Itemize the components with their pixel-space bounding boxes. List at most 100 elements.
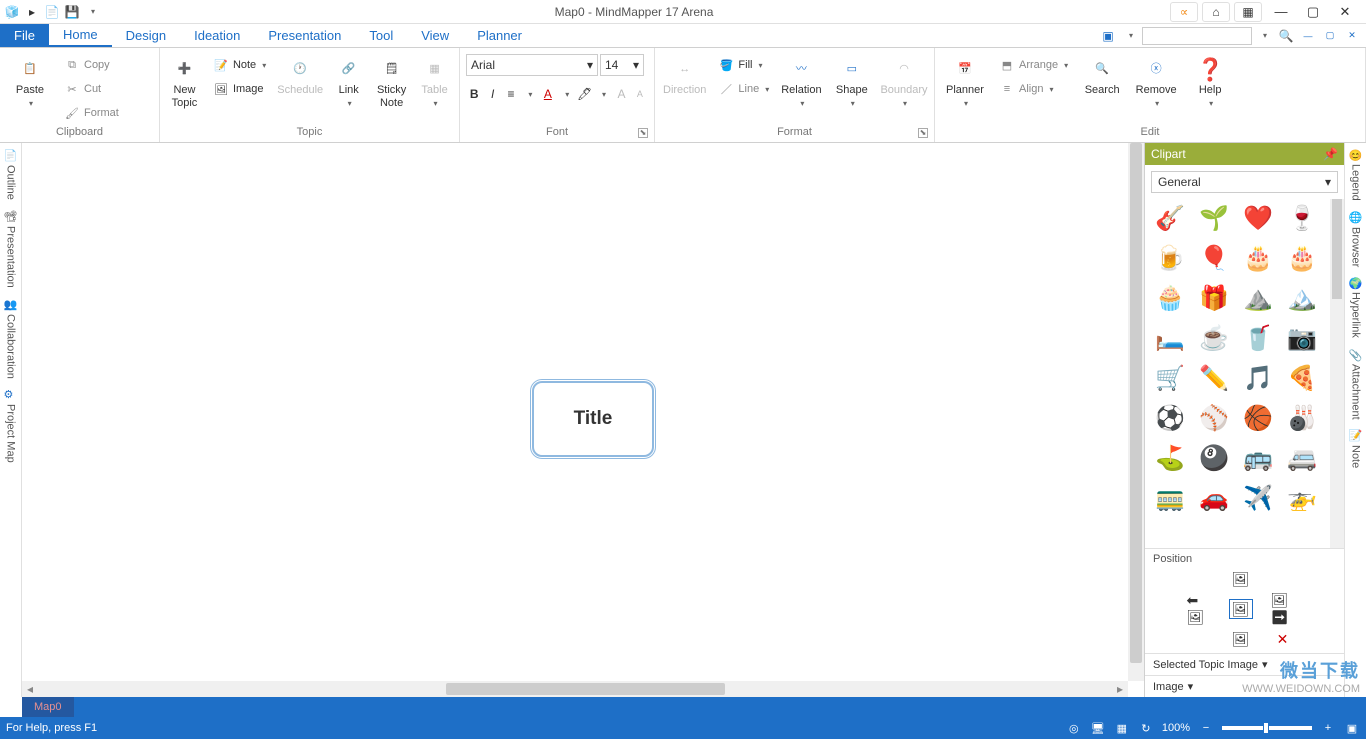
- status-screen-icon[interactable]: 🖥: [1090, 720, 1106, 736]
- zoom-in-button[interactable]: +: [1320, 720, 1336, 736]
- remove-button[interactable]: ⓧRemove: [1132, 54, 1180, 112]
- panel-browser[interactable]: 🌐Browser: [1349, 211, 1362, 267]
- clipart-item-0[interactable]: 🎸: [1151, 201, 1189, 235]
- position-bottom[interactable]: 🖼: [1229, 629, 1253, 649]
- window-minimize-ribbon[interactable]: —: [1298, 27, 1318, 45]
- clipart-item-3[interactable]: 🍷: [1283, 201, 1321, 235]
- format-dialog-launcher[interactable]: ⬊: [918, 128, 928, 138]
- planner-button[interactable]: 📅Planner: [941, 54, 989, 112]
- tab-tool[interactable]: Tool: [355, 24, 407, 47]
- panel-collaboration[interactable]: 👥Collaboration: [4, 298, 18, 379]
- align-button[interactable]: ≡: [503, 84, 519, 104]
- format-painter-button[interactable]: 🖌Format: [60, 102, 123, 124]
- position-remove[interactable]: ✕: [1271, 629, 1295, 649]
- sticky-note-button[interactable]: 🗒Sticky Note: [373, 54, 410, 112]
- scroll-right-arrow[interactable]: ▸: [1112, 682, 1128, 696]
- tab-planner[interactable]: Planner: [463, 24, 536, 47]
- zoom-slider[interactable]: [1222, 726, 1312, 730]
- pin-icon[interactable]: 📌: [1323, 147, 1338, 161]
- clipart-item-1[interactable]: 🌱: [1195, 201, 1233, 235]
- new-doc-icon[interactable]: 📄: [44, 4, 60, 20]
- clipart-item-4[interactable]: 🍺: [1151, 241, 1189, 275]
- canvas[interactable]: Title ◂ ▸: [22, 143, 1144, 697]
- ribbon-search-more[interactable]: [1254, 27, 1274, 45]
- clipart-item-30[interactable]: ✈️: [1239, 481, 1277, 515]
- canvas-scrollbar-horizontal[interactable]: ◂ ▸: [22, 681, 1128, 697]
- clipart-item-31[interactable]: 🚁: [1283, 481, 1321, 515]
- sheet-tab[interactable]: Map0: [22, 697, 74, 717]
- clipart-scrollbar[interactable]: [1330, 199, 1344, 548]
- clipart-item-26[interactable]: 🚌: [1239, 441, 1277, 475]
- minimize-button[interactable]: —: [1266, 2, 1296, 22]
- font-family-combo[interactable]: Arial▾: [466, 54, 598, 76]
- panel-project-map[interactable]: ⚙Project Map: [4, 388, 18, 463]
- clipart-item-24[interactable]: ⛳: [1151, 441, 1189, 475]
- tab-home[interactable]: Home: [49, 24, 112, 47]
- panel-legend[interactable]: 😊Legend: [1349, 149, 1362, 201]
- clipart-item-10[interactable]: ⛰️: [1239, 281, 1277, 315]
- window-close-ribbon[interactable]: ✕: [1342, 27, 1362, 45]
- relation-button[interactable]: 〰Relation: [779, 54, 823, 112]
- paste-button[interactable]: 📋 Paste: [6, 54, 54, 112]
- tab-ideation[interactable]: Ideation: [180, 24, 254, 47]
- note-button[interactable]: 📝Note: [209, 54, 270, 76]
- clipart-item-22[interactable]: 🏀: [1239, 401, 1277, 435]
- clipart-item-13[interactable]: ☕: [1195, 321, 1233, 355]
- direction-button[interactable]: ↔Direction: [661, 54, 708, 99]
- status-reset-icon[interactable]: ↻: [1138, 720, 1154, 736]
- panel-presentation[interactable]: 📽Presentation: [4, 210, 18, 288]
- share-button[interactable]: ∝: [1170, 2, 1198, 22]
- font-dialog-launcher[interactable]: ⬊: [638, 128, 648, 138]
- status-fit-icon[interactable]: ◎: [1066, 720, 1082, 736]
- scroll-left-arrow[interactable]: ◂: [22, 682, 38, 696]
- schedule-button[interactable]: 🕐Schedule: [276, 54, 324, 99]
- find-icon[interactable]: 🔍: [1276, 27, 1296, 45]
- shrink-font-button[interactable]: A: [632, 84, 648, 104]
- new-topic-button[interactable]: ➕New Topic: [166, 54, 203, 112]
- help-button[interactable]: ❓Help: [1186, 54, 1234, 112]
- align-more[interactable]: [521, 84, 537, 104]
- qat-arrow-icon[interactable]: ▸: [24, 4, 40, 20]
- clipart-item-9[interactable]: 🎁: [1195, 281, 1233, 315]
- search-button[interactable]: 🔍Search: [1078, 54, 1126, 99]
- arrange-button[interactable]: ⬒Arrange: [995, 54, 1072, 76]
- home-web-button[interactable]: ⌂: [1202, 2, 1230, 22]
- shape-button[interactable]: ▭Shape: [830, 54, 874, 112]
- tab-presentation[interactable]: Presentation: [254, 24, 355, 47]
- align-button-edit[interactable]: ≡Align: [995, 78, 1072, 100]
- clipart-item-25[interactable]: 🎱: [1195, 441, 1233, 475]
- clipart-item-12[interactable]: 🛏️: [1151, 321, 1189, 355]
- tab-view[interactable]: View: [407, 24, 463, 47]
- link-button[interactable]: 🔗Link: [330, 54, 367, 112]
- clipart-item-6[interactable]: 🎂: [1239, 241, 1277, 275]
- grow-font-button[interactable]: A: [613, 84, 629, 104]
- scrollbar-thumb-h[interactable]: [446, 683, 725, 695]
- highlight-button[interactable]: 🖊: [576, 84, 592, 104]
- status-page-icon[interactable]: ▣: [1344, 720, 1360, 736]
- panel-attachment[interactable]: 📎Attachment: [1349, 348, 1362, 419]
- clipart-item-27[interactable]: 🚐: [1283, 441, 1321, 475]
- copy-button[interactable]: ⧉Copy: [60, 54, 123, 76]
- clipart-item-28[interactable]: 🚃: [1151, 481, 1189, 515]
- clipart-item-15[interactable]: 📷: [1283, 321, 1321, 355]
- fill-button[interactable]: 🪣Fill: [714, 54, 773, 76]
- clipart-item-14[interactable]: 🥤: [1239, 321, 1277, 355]
- ribbon-search-input[interactable]: [1142, 27, 1252, 45]
- bold-button[interactable]: B: [466, 84, 482, 104]
- cut-button[interactable]: ✂Cut: [60, 78, 123, 100]
- scrollbar-thumb-v[interactable]: [1130, 143, 1142, 663]
- clipart-item-11[interactable]: 🏔️: [1283, 281, 1321, 315]
- clipart-item-20[interactable]: ⚽: [1151, 401, 1189, 435]
- clipart-item-21[interactable]: ⚾: [1195, 401, 1233, 435]
- canvas-scrollbar-vertical[interactable]: [1128, 143, 1144, 681]
- maximize-button[interactable]: ▢: [1298, 2, 1328, 22]
- clipart-item-16[interactable]: 🛒: [1151, 361, 1189, 395]
- clipart-item-23[interactable]: 🎳: [1283, 401, 1321, 435]
- image-button[interactable]: 🖼Image: [209, 78, 270, 100]
- calendar-button[interactable]: ▦: [1234, 2, 1262, 22]
- status-grid-icon[interactable]: ▦: [1114, 720, 1130, 736]
- qat-more-icon[interactable]: [84, 4, 100, 20]
- clipart-item-8[interactable]: 🧁: [1151, 281, 1189, 315]
- window-restore-ribbon[interactable]: ▢: [1320, 27, 1340, 45]
- zoom-out-button[interactable]: −: [1198, 720, 1214, 736]
